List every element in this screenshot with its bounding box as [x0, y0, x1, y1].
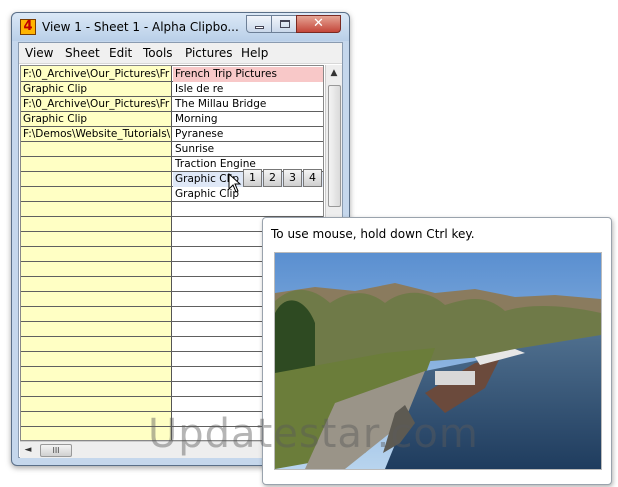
- page-button-3[interactable]: 3: [283, 169, 302, 187]
- minimize-icon: [255, 26, 264, 29]
- tooltip-hint-text: To use mouse, hold down Ctrl key.: [271, 227, 475, 241]
- maximize-button[interactable]: [271, 15, 297, 33]
- cell-r1-c1[interactable]: F:\0_Archive\Our_Pictures\Fr: [21, 67, 172, 82]
- page-button-2[interactable]: 2: [263, 169, 282, 187]
- menu-bar: View Sheet Edit Tools Pictures Help: [19, 43, 342, 64]
- horizontal-scroll-thumb[interactable]: III: [40, 444, 72, 457]
- scroll-left-icon[interactable]: ◄: [20, 442, 36, 458]
- menu-view[interactable]: View: [25, 45, 53, 61]
- page-button-4[interactable]: 4: [303, 169, 322, 187]
- scroll-up-icon[interactable]: ▲: [326, 65, 342, 81]
- window-title: View 1 - Sheet 1 - Alpha Clipbo...: [42, 20, 239, 34]
- menu-pictures[interactable]: Pictures: [185, 45, 233, 61]
- menu-sheet[interactable]: Sheet: [65, 45, 100, 61]
- cell-r2-c1[interactable]: Graphic Clip: [21, 82, 172, 97]
- maximize-icon: [280, 20, 290, 28]
- cell-r1-c2[interactable]: French Trip Pictures: [173, 67, 323, 82]
- cell-r5-c2[interactable]: Pyranese: [173, 127, 323, 142]
- close-icon: ✕: [313, 16, 324, 31]
- menu-edit[interactable]: Edit: [109, 45, 132, 61]
- close-button[interactable]: ✕: [296, 15, 341, 33]
- menu-help[interactable]: Help: [241, 45, 268, 61]
- title-bar[interactable]: 4 View 1 - Sheet 1 - Alpha Clipbo... ✕: [12, 13, 349, 41]
- minimize-button[interactable]: [246, 15, 272, 33]
- cell-r4-c2[interactable]: Morning: [173, 112, 323, 127]
- watermark-text: Updatestar.com: [148, 411, 479, 457]
- cell-r9-c2[interactable]: Graphic Clip: [173, 187, 323, 202]
- cell-r6-c2[interactable]: Sunrise: [173, 142, 323, 157]
- cell-r3-c2[interactable]: The Millau Bridge: [173, 97, 323, 112]
- vertical-scroll-thumb[interactable]: [328, 85, 341, 207]
- page-button-1[interactable]: 1: [243, 169, 262, 187]
- cell-r2-c2[interactable]: Isle de re: [173, 82, 323, 97]
- cell-r4-c1[interactable]: Graphic Clip: [21, 112, 172, 127]
- app-icon[interactable]: 4: [20, 19, 36, 35]
- menu-tools[interactable]: Tools: [143, 45, 173, 61]
- cell-r5-c1[interactable]: F:\Demos\Website_Tutorials\: [21, 127, 172, 142]
- mouse-pointer-icon: [228, 173, 242, 193]
- cell-r3-c1[interactable]: F:\0_Archive\Our_Pictures\Fr: [21, 97, 172, 112]
